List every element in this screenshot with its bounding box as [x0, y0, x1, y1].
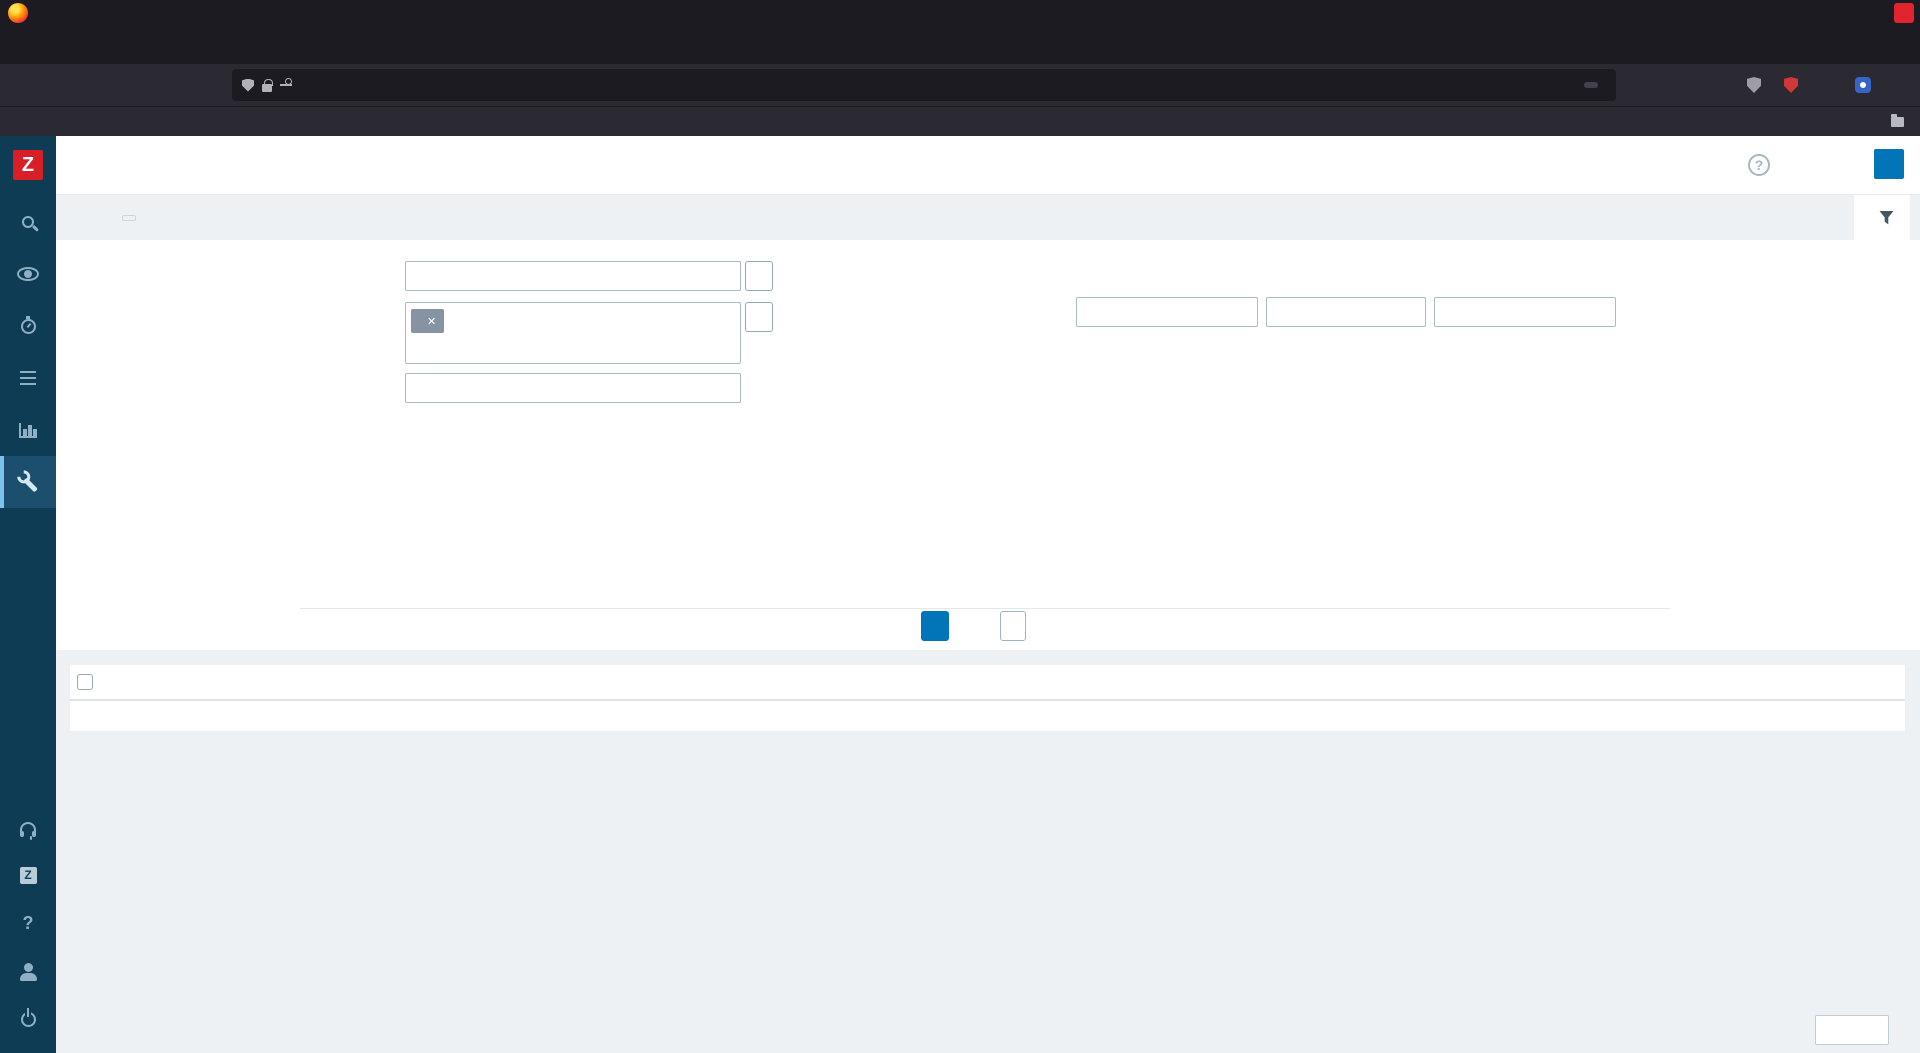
with-dependencies-label: [56, 450, 1064, 456]
navigation-toolbar: [0, 64, 1920, 106]
zabbix-logo[interactable]: Z: [13, 150, 43, 180]
tag-input[interactable]: [1076, 297, 1258, 327]
person-icon: [24, 963, 33, 972]
hosts-select-button[interactable]: [745, 302, 773, 332]
column-header-value: [255, 665, 365, 699]
table-summary: [70, 701, 1905, 731]
menu-icon[interactable]: [1887, 73, 1911, 97]
eye-icon: [17, 267, 39, 281]
ublock-extension-icon[interactable]: [1779, 73, 1803, 97]
value-label: [56, 558, 394, 564]
triggers-table: [70, 665, 1905, 731]
firefox-logo-icon: [8, 3, 28, 23]
bookmarks-bar: [0, 106, 1920, 136]
tracking-protection-shield-icon[interactable]: [242, 79, 254, 92]
inherited-label: [56, 368, 1064, 374]
column-header-severity[interactable]: [100, 665, 255, 699]
filter-panel: ✕: [56, 240, 1920, 650]
shield-extension-icon[interactable]: [1742, 73, 1766, 97]
tag-match-select[interactable]: [1266, 297, 1426, 327]
help-icon[interactable]: ?: [1748, 154, 1770, 176]
host-chip: ✕: [411, 309, 444, 333]
hosts-multiselect[interactable]: ✕: [405, 302, 741, 364]
back-button[interactable]: [12, 72, 38, 98]
chip-remove-icon[interactable]: ✕: [427, 315, 436, 328]
sidebar-item-monitoring[interactable]: [0, 248, 56, 300]
sidebar-item-search[interactable]: [0, 196, 56, 248]
zabbix-sidebar: Z: [0, 136, 56, 1053]
zabbix-main: ?: [56, 136, 1920, 1053]
column-header-expression: [880, 665, 1580, 699]
sidebar-item-reports[interactable]: [0, 404, 56, 456]
debug-button[interactable]: [1815, 1015, 1889, 1045]
zabbix-app: Z ?: [0, 136, 1920, 1053]
tag-value-input[interactable]: [1434, 297, 1616, 327]
name-input[interactable]: [405, 373, 741, 403]
url-bar[interactable]: [232, 69, 1616, 101]
apply-button[interactable]: [921, 611, 949, 641]
zoom-level-badge[interactable]: [1584, 82, 1598, 88]
reload-button[interactable]: [84, 72, 110, 98]
sidebar-item-signout[interactable]: [0, 995, 56, 1043]
table-header-row: [70, 665, 1905, 701]
wrench-icon: [23, 478, 38, 493]
bar-chart-icon: [19, 423, 37, 438]
column-header-info: [1725, 665, 1810, 699]
hosts-label: [56, 302, 394, 308]
maximize-icon[interactable]: [1862, 3, 1882, 23]
other-bookmarks[interactable]: [1891, 117, 1910, 127]
close-icon[interactable]: [1894, 3, 1914, 23]
page-header: ?: [56, 136, 1920, 195]
availability-badge: [122, 215, 136, 221]
sidebar-item-inventory[interactable]: [0, 352, 56, 404]
column-header-tags: [1810, 665, 1905, 699]
list-icon: [20, 371, 36, 374]
headset-icon: [20, 822, 36, 833]
lock-icon[interactable]: [262, 84, 272, 92]
question-mark-icon: [23, 913, 34, 934]
column-header-status[interactable]: [1580, 665, 1725, 699]
sidebar-item-user[interactable]: [0, 947, 56, 995]
stopwatch-icon: [21, 319, 36, 334]
forward-button[interactable]: [50, 72, 76, 98]
sidebar-item-configuration[interactable]: [0, 456, 56, 508]
pen-extension-icon[interactable]: [1815, 73, 1839, 97]
funnel-icon: [1879, 210, 1894, 225]
zabbix-share-icon: [20, 867, 37, 884]
create-trigger-button[interactable]: [1874, 149, 1904, 179]
tags-label: [56, 262, 1064, 268]
reset-button[interactable]: [1000, 611, 1026, 641]
select-all-checkbox[interactable]: [77, 674, 93, 690]
sidebar-item-help[interactable]: [0, 899, 56, 947]
power-icon: [21, 1012, 36, 1027]
breadcrumb-row: [56, 195, 1920, 240]
sidebar-item-services[interactable]: [0, 300, 56, 352]
minimize-icon[interactable]: [1830, 3, 1850, 23]
sidebar-item-support[interactable]: [0, 803, 56, 851]
permissions-icon[interactable]: [280, 84, 292, 86]
hosts-input[interactable]: [411, 339, 735, 357]
folder-icon: [1891, 117, 1904, 127]
keepass-extension-icon[interactable]: [1851, 73, 1875, 97]
filter-tab[interactable]: [1854, 195, 1910, 240]
window-titlebar: [0, 0, 1920, 26]
state-label: [56, 476, 394, 482]
search-icon: [22, 216, 34, 228]
discovered-label: [56, 409, 1064, 415]
column-header-operational-data: [600, 665, 880, 699]
status-label: [56, 517, 394, 523]
sidebar-item-share[interactable]: [0, 851, 56, 899]
column-header-name[interactable]: [365, 665, 600, 699]
filter-divider: [300, 608, 1670, 609]
tab-bar: [0, 26, 1920, 64]
